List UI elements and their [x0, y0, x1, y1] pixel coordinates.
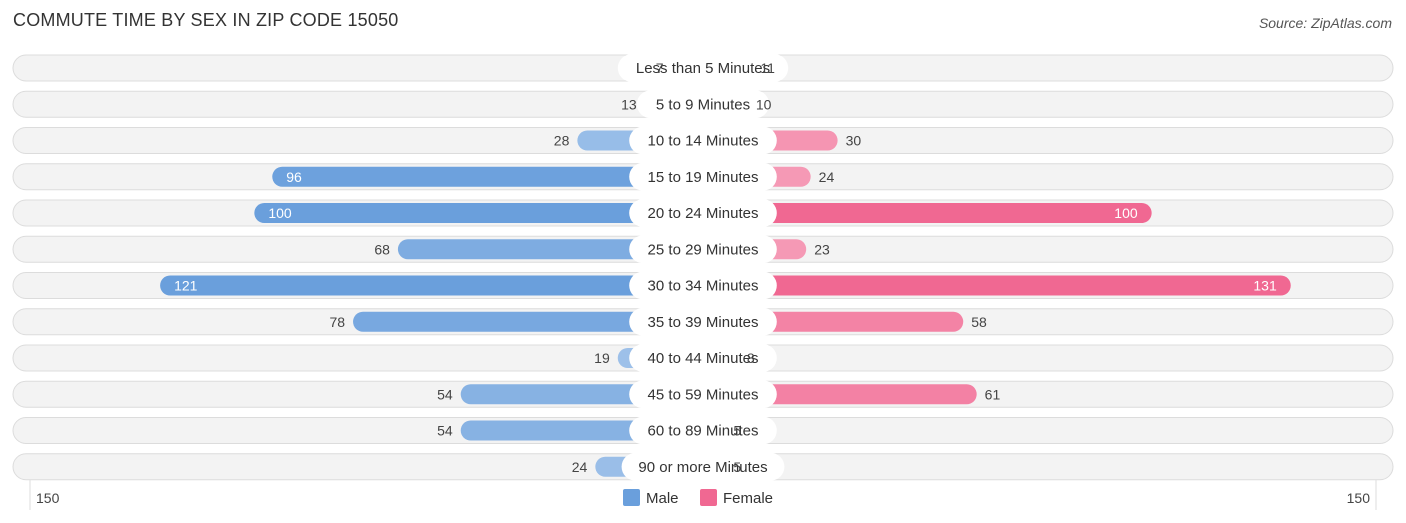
category-label: 30 to 34 Minutes [648, 278, 759, 295]
chart-row: 5 to 9 Minutes 13 10 [12, 90, 1394, 119]
category-label: 25 to 29 Minutes [648, 241, 759, 258]
value-label-female: 5 [733, 459, 741, 475]
category-label: 35 to 39 Minutes [648, 314, 759, 331]
axis-left-max-label: 150 [36, 490, 60, 506]
legend-female-label: Female [723, 490, 773, 507]
value-label-female: 30 [846, 133, 862, 149]
bar-female [693, 275, 1291, 296]
chart-row: 10 to 14 Minutes 28 30 [12, 126, 1394, 155]
chart-row: 90 or more Minutes 24 5 [12, 452, 1394, 481]
value-label-male: 68 [374, 241, 390, 257]
value-label-male: 78 [329, 314, 345, 330]
legend-male-swatch [623, 489, 640, 506]
chart-row: 40 to 44 Minutes 19 8 [12, 344, 1394, 372]
value-label-male: 24 [572, 459, 588, 475]
value-label-female: 58 [971, 314, 987, 330]
value-label-female: 100 [1114, 205, 1138, 221]
value-label-male: 100 [268, 205, 292, 221]
value-label-male: 19 [594, 350, 610, 366]
chart-row: 15 to 19 Minutes 96 24 [12, 162, 1394, 191]
legend-female-swatch [700, 489, 717, 506]
value-label-male: 121 [174, 278, 198, 294]
chart-row: Less than 5 Minutes7 11 [12, 54, 1394, 82]
value-label-male: 7 [656, 60, 664, 76]
chart-row: 20 to 24 Minutes 100 100 [12, 199, 1394, 227]
legend: Male Female [623, 489, 773, 507]
diverging-bar-chart: Less than 5 Minutes7 115 to 9 Minutes13 10… [12, 54, 1394, 510]
value-label-male: 54 [437, 386, 453, 402]
axis-right-max-label: 150 [1347, 490, 1371, 506]
chart-row: 30 to 34 Minutes 121 131 [12, 271, 1394, 300]
chart-row: 60 to 89 Minutes 54 5 [12, 416, 1394, 445]
value-label-female: 5 [733, 423, 741, 439]
category-label: 5 to 9 Minutes [656, 96, 750, 113]
category-label: 15 to 19 Minutes [648, 169, 759, 186]
category-label: 40 to 44 Minutes [648, 350, 759, 367]
chart-row: 35 to 39 Minutes 78 58 [12, 307, 1394, 336]
value-label-female: 8 [747, 350, 755, 366]
value-label-male: 13 [621, 96, 637, 112]
value-label-female: 61 [985, 386, 1001, 402]
chart-row: 25 to 29 Minutes 68 23 [12, 235, 1394, 264]
value-label-male: 96 [286, 169, 302, 185]
value-label-male: 54 [437, 423, 453, 439]
category-label: 60 to 89 Minutes [648, 423, 759, 440]
category-label: 45 to 59 Minutes [648, 386, 759, 403]
chart-rows: Less than 5 Minutes7 115 to 9 Minutes13 10… [12, 54, 1394, 481]
value-label-female: 131 [1253, 278, 1277, 294]
legend-male-label: Male [646, 490, 679, 507]
category-label: 90 or more Minutes [638, 459, 767, 476]
value-label-female: 11 [760, 60, 775, 76]
value-label-female: 10 [756, 96, 772, 112]
value-label-male: 28 [554, 133, 570, 149]
category-label: 20 to 24 Minutes [648, 205, 759, 222]
value-label-female: 24 [819, 169, 835, 185]
value-label-female: 23 [814, 241, 830, 257]
chart-row: 45 to 59 Minutes 54 61 [12, 380, 1394, 409]
category-label: 10 to 14 Minutes [648, 133, 759, 150]
